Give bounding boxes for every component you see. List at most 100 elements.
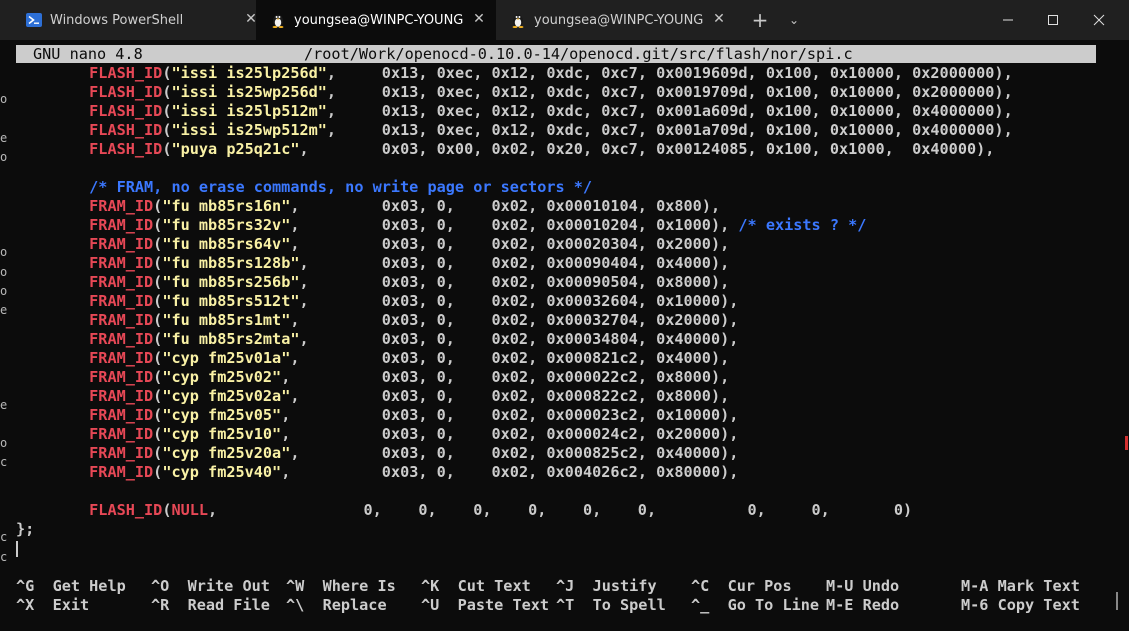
shortcut-item: ^K Cut Text [421,577,531,596]
code-token: 0x03, 0, 0x02, 0x000825c2, 0x40000 [381,444,721,462]
file-path: /root/Work/openocd-0.10.0-14/openocd.git… [304,45,853,63]
code-token: "cyp fm25v40" [162,463,282,481]
code-token: ( [153,254,163,272]
background-edge-char: c [0,550,8,564]
window-close-icon[interactable] [1089,10,1109,30]
code-line: }; [16,520,1116,539]
shortcut-item: ^O Write Out [151,577,270,596]
code-token: , [281,406,382,424]
code-token: ), [720,406,739,424]
code-token: 0x13, 0xec, 0x12, 0xdc, 0xc7, 0x0019609d… [381,64,995,82]
code-token: 0x03, 0, 0x02, 0x00032604, 0x10000 [381,292,721,310]
code-token: ( [153,311,163,329]
code-token: FLASH_ID [89,102,163,120]
code-line: FRAM_ID("cyp fm25v02", 0x03, 0, 0x02, 0x… [16,368,1116,387]
background-edge-char: o [0,284,8,298]
code-line: FRAM_ID("fu mb85rs2mta", 0x03, 0, 0x02, … [16,330,1116,349]
shortcut-label: Cut Text [457,577,531,595]
shortcut-label: Paste Text [457,596,550,614]
shortcut-label: Write Out [187,577,270,595]
shortcut-key: ^_ [691,596,710,614]
code-token: ), [710,254,730,272]
code-token: 0, 0, 0, 0, 0, 0, 0, 0, 0 [363,501,903,519]
chevron-down-icon[interactable]: ⌄ [783,10,805,30]
code-token: FRAM_ID [89,311,154,329]
shortcut-label: Mark Text [997,577,1080,595]
shortcut-label: Copy Text [997,596,1080,614]
code-token: FRAM_ID [89,349,154,367]
shortcut-key: M-6 [961,596,989,614]
code-line: FRAM_ID("cyp fm25v40", 0x03, 0, 0x02, 0x… [16,463,1116,482]
code-token: ), [710,368,730,386]
new-tab-button[interactable]: + [749,10,771,30]
code-token: ( [153,216,163,234]
code-token: , [290,197,382,215]
code-token: ( [153,425,163,443]
code-line: FRAM_ID("fu mb85rs1mt", 0x03, 0, 0x02, 0… [16,311,1116,330]
shortcut-key: ^J [556,577,575,595]
code-token: "fu mb85rs16n" [162,197,291,215]
code-token: ), [994,64,1013,82]
tab-title: youngsea@WINPC-YOUNGSEA: [294,13,464,28]
shortcut-label: Where Is [322,577,396,595]
code-token: , [299,254,382,272]
tab-title: youngsea@WINPC-YOUNGSEA: [534,13,704,28]
code-token: ( [153,387,163,405]
close-icon[interactable]: ✕ [471,11,487,27]
shortcut-key: ^W [286,577,305,595]
code-line: FRAM_ID("fu mb85rs32v", 0x03, 0, 0x02, 0… [16,216,1116,235]
maximize-icon[interactable] [1043,10,1063,30]
scrollbar[interactable] [1116,592,1118,610]
tab-youngsea-2[interactable]: youngsea@WINPC-YOUNGSEA: ✕ [496,0,736,40]
minimize-icon[interactable] [998,10,1018,30]
code-token: "puya p25q21c" [171,140,300,158]
code-token: ), [720,311,739,329]
close-icon[interactable]: ✕ [711,11,727,27]
powershell-icon [26,12,42,28]
code-token: ) [902,501,913,519]
background-window-edge: oeooooeeoccc [0,0,10,631]
shortcut-item: ^X Exit [16,596,89,615]
tab-windows-powershell[interactable]: Windows PowerShell ✕ [12,0,267,40]
code-line: FLASH_ID("issi is25lp512m", 0x13, 0xec, … [16,102,1116,121]
shortcut-key: M-U [826,577,854,595]
code-token: "fu mb85rs512t" [162,292,300,310]
code-line: FLASH_ID("issi is25wp256d", 0x13, 0xec, … [16,83,1116,102]
code-token: "fu mb85rs1mt" [162,311,291,329]
background-edge-char: e [0,131,8,145]
code-token: FLASH_ID [89,501,163,519]
shortcut-item: M-U Undo [826,577,899,596]
code-line: FLASH_ID("issi is25wp512m", 0x13, 0xec, … [16,121,1116,140]
title-bar: Windows PowerShell ✕ youngsea@WINPC-YOUN… [0,0,1129,40]
shortcut-key: ^K [421,577,440,595]
shortcut-key: ^O [151,577,170,595]
scroll-marker [1125,436,1128,450]
shortcut-key: M-A [961,577,989,595]
nano-shortcut-bar: ^G Get Help ^X Exit ^O Write Out ^R Read Fi… [16,577,1106,617]
code-token: 0x03, 0, 0x02, 0x000022c2, 0x8000 [381,368,711,386]
code-token: "cyp fm25v02" [162,368,282,386]
shortcut-label: Get Help [52,577,126,595]
shortcut-label: Read File [187,596,270,614]
code-token: ( [153,235,163,253]
shortcut-item: ^\ Replace [286,596,387,615]
code-line: FRAM_ID("fu mb85rs512t", 0x03, 0, 0x02, … [16,292,1116,311]
editor-text-area[interactable]: FLASH_ID ("issi is25lp256d", 0x13, 0xec, … [16,64,1116,554]
shortcut-item: ^_ Go To Line [691,596,819,615]
code-token: 0x03, 0, 0x02, 0x000821c2, 0x4000 [381,349,711,367]
shortcut-label: Justify [592,577,657,595]
code-token: 0x03, 0, 0x02, 0x00010204, 0x1000 [381,216,711,234]
tab-youngsea-active[interactable]: youngsea@WINPC-YOUNGSEA: ✕ [256,0,496,40]
code-token: /* FRAM, no erase commands, no write pag… [89,178,593,196]
shortcut-item: ^J Justify [556,577,657,596]
code-token: ), [994,102,1013,120]
code-token: ), [720,330,739,348]
code-token: FLASH_ID [89,121,163,139]
code-token: ), [720,463,739,481]
